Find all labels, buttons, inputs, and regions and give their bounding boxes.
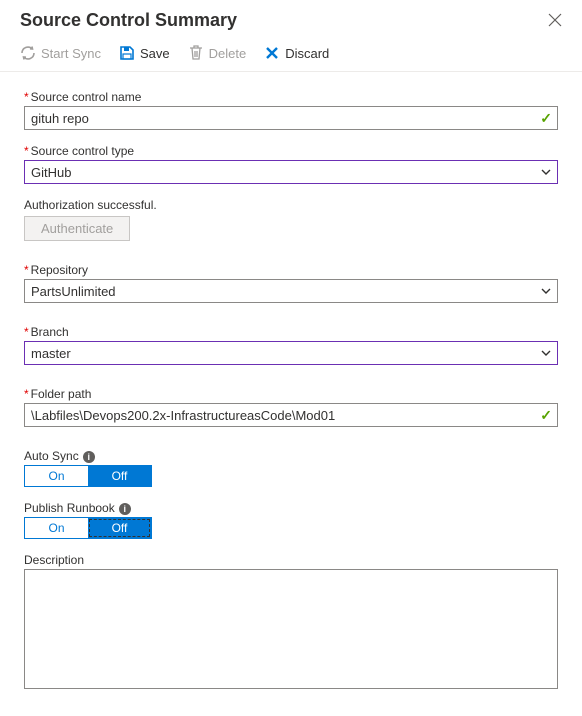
field-folder-path: *Folder path ✓ [24, 387, 558, 427]
start-sync-label: Start Sync [41, 46, 101, 61]
authenticate-button: Authenticate [24, 216, 130, 241]
field-authorization: Authorization successful. Authenticate [24, 198, 558, 241]
delete-label: Delete [209, 46, 247, 61]
repository-select[interactable]: PartsUnlimited [24, 279, 558, 303]
name-label: Source control name [31, 90, 142, 104]
branch-label: Branch [31, 325, 69, 339]
description-textarea[interactable] [24, 569, 558, 689]
autosync-label: Auto Sync [24, 449, 79, 463]
field-auto-sync: Auto Sync i On Off [24, 449, 558, 487]
publish-off[interactable]: Off [88, 518, 151, 538]
delete-button: Delete [188, 45, 247, 61]
description-label: Description [24, 553, 558, 567]
field-description: Description [24, 553, 558, 692]
save-icon [119, 45, 135, 61]
toolbar: Start Sync Save Delete Discard [0, 39, 582, 72]
publish-on[interactable]: On [25, 518, 88, 538]
delete-icon [188, 45, 204, 61]
auto-sync-off[interactable]: Off [88, 466, 151, 486]
info-icon: i [119, 503, 131, 515]
sync-icon [20, 45, 36, 61]
start-sync-button: Start Sync [20, 45, 101, 61]
auto-sync-on[interactable]: On [25, 466, 88, 486]
branch-select[interactable]: master [24, 341, 558, 365]
source-control-type-select[interactable]: GitHub [24, 160, 558, 184]
publish-runbook-toggle[interactable]: On Off [24, 517, 152, 539]
folder-path-input[interactable] [24, 403, 558, 427]
repo-label: Repository [31, 263, 88, 277]
auto-sync-toggle[interactable]: On Off [24, 465, 152, 487]
field-source-control-type: *Source control type GitHub [24, 144, 558, 184]
close-button[interactable] [548, 12, 562, 30]
required-marker: * [24, 263, 29, 277]
field-branch: *Branch master [24, 325, 558, 365]
required-marker: * [24, 144, 29, 158]
publish-label: Publish Runbook [24, 501, 115, 515]
form-body: *Source control name ✓ *Source control t… [0, 72, 582, 716]
field-source-control-name: *Source control name ✓ [24, 90, 558, 130]
field-repository: *Repository PartsUnlimited [24, 263, 558, 303]
discard-icon [264, 45, 280, 61]
auth-status-text: Authorization successful. [24, 198, 558, 212]
field-publish-runbook: Publish Runbook i On Off [24, 501, 558, 539]
source-control-name-input[interactable] [24, 106, 558, 130]
discard-button[interactable]: Discard [264, 45, 329, 61]
save-label: Save [140, 46, 170, 61]
discard-label: Discard [285, 46, 329, 61]
info-icon: i [83, 451, 95, 463]
folder-label: Folder path [31, 387, 92, 401]
close-icon [548, 13, 562, 27]
required-marker: * [24, 325, 29, 339]
panel-title: Source Control Summary [20, 10, 237, 31]
type-label: Source control type [31, 144, 134, 158]
required-marker: * [24, 90, 29, 104]
save-button[interactable]: Save [119, 45, 170, 61]
panel-header: Source Control Summary [0, 0, 582, 39]
required-marker: * [24, 387, 29, 401]
